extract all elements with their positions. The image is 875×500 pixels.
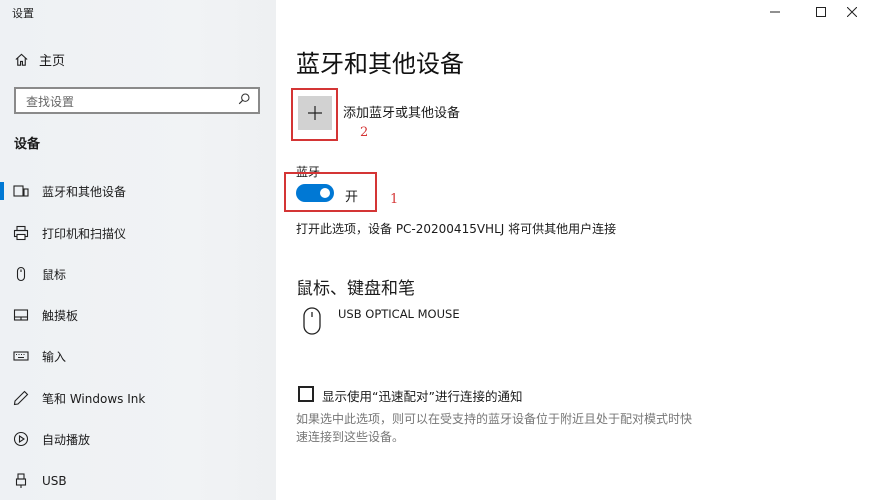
sidebar-item-bluetooth[interactable]: 蓝牙和其他设备 [0,176,276,206]
add-device-button[interactable] [298,96,332,130]
sidebar-item-label: USB [42,474,67,488]
sidebar-item-usb[interactable]: USB [0,466,276,496]
sidebar-item-label: 自动播放 [42,432,91,447]
sidebar-item-pen[interactable]: 笔和 Windows Ink [0,383,276,413]
keyboard-icon [13,348,29,364]
bluetooth-toggle[interactable] [296,184,334,202]
device-name: USB OPTICAL MOUSE [338,307,460,321]
sidebar-item-autoplay[interactable]: 自动播放 [0,424,276,454]
add-device-label[interactable]: 添加蓝牙或其他设备 [343,102,460,121]
home-label: 主页 [39,54,66,69]
window-title: 设置 [12,7,34,20]
sidebar-item-printers[interactable]: 打印机和扫描仪 [0,218,276,248]
mouse-icon [13,266,29,282]
printer-icon [13,225,29,241]
sidebar-item-mouse[interactable]: 鼠标 [0,259,276,289]
usb-icon [13,473,29,489]
mouse-device-icon [303,307,321,335]
sidebar-item-touchpad[interactable]: 触摸板 [0,300,276,330]
sidebar: 设置 主页 设备 蓝牙和其他设备 打印机和扫描仪 鼠标 [0,0,276,500]
swift-pair-checkbox[interactable] [298,386,314,402]
page-title: 蓝牙和其他设备 [296,50,464,78]
sidebar-item-label: 触摸板 [42,308,79,323]
sidebar-item-label: 打印机和扫描仪 [42,226,127,241]
touchpad-icon [13,307,29,323]
search-input[interactable] [24,93,238,111]
search-icon[interactable] [237,92,251,106]
sidebar-item-label: 输入 [42,349,67,364]
home-link[interactable]: 主页 [14,50,65,69]
plus-icon [308,106,322,120]
section-title: 设备 [14,137,41,152]
bluetooth-devices-icon [13,183,29,199]
swift-pair-hint: 如果选中此选项，则可以在受支持的蓝牙设备位于附近且处于配对模式时快速连接到这些设… [296,412,693,444]
annotation-number-1: 1 [390,192,399,207]
sidebar-item-typing[interactable]: 输入 [0,341,276,371]
sidebar-item-label: 笔和 Windows Ink [42,391,146,406]
sidebar-item-label: 鼠标 [42,267,67,282]
toggle-knob [320,188,330,198]
home-icon [15,53,28,66]
mouse-keyboard-pen-title: 鼠标、键盘和笔 [296,279,415,299]
autoplay-icon [13,431,29,447]
toggle-state-text: 开 [345,190,359,205]
bluetooth-description: 打开此选项，设备 PC-20200415VHLJ 将可供其他用户连接 [296,222,617,236]
sidebar-item-label: 蓝牙和其他设备 [42,184,127,199]
swift-pair-label[interactable]: 显示使用“迅速配对”进行连接的通知 [322,386,522,405]
search-box[interactable] [14,87,260,114]
pen-icon [13,390,29,406]
main-content: 蓝牙和其他设备 添加蓝牙或其他设备 2 蓝牙 开 1 打开此选项，设备 PC-2… [276,0,875,500]
annotation-number-2: 2 [360,125,369,140]
device-usb-mouse[interactable]: USB OPTICAL MOUSE [302,306,460,336]
